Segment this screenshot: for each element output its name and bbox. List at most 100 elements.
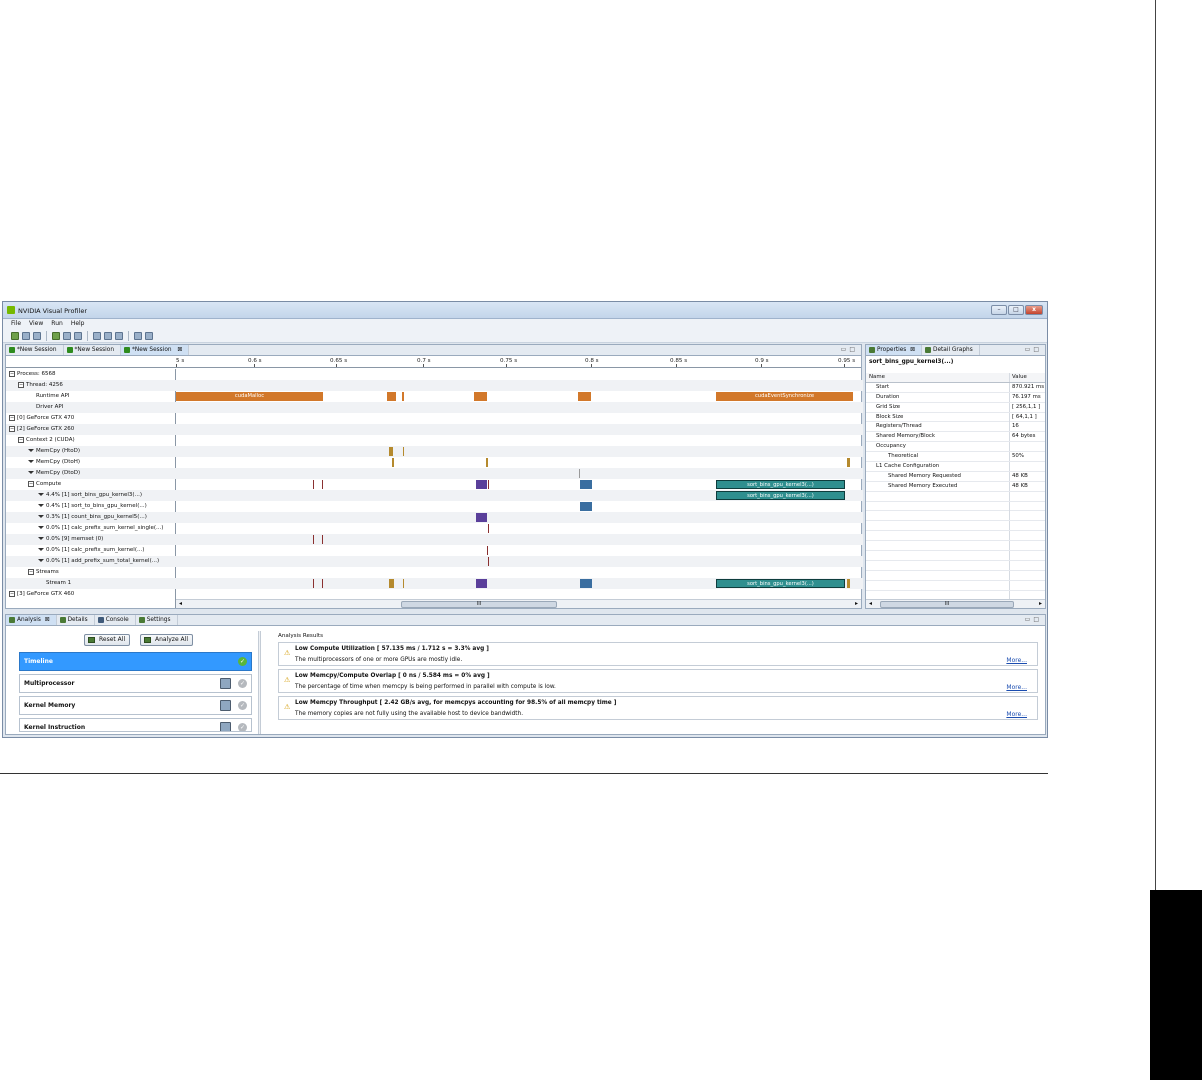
menu-view[interactable]: View [29, 319, 43, 329]
memcpy-bar[interactable] [403, 579, 404, 588]
import-icon[interactable] [63, 331, 71, 340]
kernel-block[interactable] [580, 502, 592, 511]
tree-row[interactable]: 0.4% [1] sort_to_bins_gpu_kernel(...) [6, 501, 176, 512]
tab-detail-graphs[interactable]: Detail Graphs [922, 345, 980, 355]
new-session-icon[interactable] [11, 331, 19, 340]
scroll-right-icon[interactable]: ▸ [855, 600, 858, 607]
property-row[interactable]: Start 870.921 ms [866, 382, 1045, 393]
scroll-right-icon[interactable]: ▸ [1039, 600, 1042, 607]
tree-row[interactable]: − [2] GeForce GTX 260 [6, 424, 176, 435]
kernel-bar[interactable]: sort_bins_gpu_kernel3(...) [716, 579, 845, 588]
panel-minmax-icon[interactable]: ▭□ [841, 346, 858, 353]
kernel-block[interactable] [476, 579, 487, 588]
panel-minmax-icon[interactable]: ▭□ [1025, 616, 1042, 623]
tab-settings[interactable]: Settings [136, 615, 178, 625]
tree-row[interactable]: MemCpy (HtoD) [6, 446, 176, 457]
stage-timeline[interactable]: Timeline ✓ [19, 652, 252, 671]
tab-properties[interactable]: Properties ⊠ [866, 345, 922, 355]
tree-row[interactable]: − [3] GeForce GTX 460 [6, 589, 176, 600]
kernel-tick[interactable] [322, 480, 323, 489]
tab-session-1[interactable]: *New Session [6, 345, 64, 355]
stage-kernel-memory[interactable]: Kernel Memory ✓ [19, 696, 252, 715]
run-analysis-icon[interactable] [220, 722, 231, 731]
kernel-bar[interactable]: sort_bins_gpu_kernel3(...) [716, 491, 845, 500]
api-call-bar[interactable] [474, 392, 487, 401]
tree-row[interactable]: − Streams [6, 567, 176, 578]
timeline-scrollbar[interactable]: ◂ III ▸ [176, 599, 861, 608]
memcpy-bar[interactable] [389, 579, 394, 588]
kernel-tick[interactable] [487, 546, 488, 555]
property-row[interactable]: Theoretical 50% [866, 452, 1045, 463]
property-row[interactable]: L1 Cache Configuration [866, 462, 1045, 472]
kernel-block[interactable] [476, 480, 487, 489]
tab-session-3[interactable]: *New Session ⊠ [121, 345, 190, 355]
tree-row[interactable]: 0.0% [9] memset (0) [6, 534, 176, 545]
property-row[interactable]: Shared Memory/Block 64 bytes [866, 432, 1045, 443]
menu-file[interactable]: File [11, 319, 21, 329]
export-icon[interactable] [74, 331, 82, 340]
tree-row[interactable]: 0.0% [1] add_prefix_sum_total_kernel(...… [6, 556, 176, 567]
tab-session-2[interactable]: *New Session [64, 345, 122, 355]
kernel-tick[interactable] [322, 579, 323, 588]
memcpy-bar[interactable] [389, 447, 393, 456]
api-call-bar[interactable] [578, 392, 591, 401]
run-icon[interactable] [52, 331, 60, 340]
kernel-tick[interactable] [313, 480, 314, 489]
tree-row[interactable]: − Thread: 4256 [6, 380, 176, 391]
collapse-icon[interactable]: − [18, 381, 24, 388]
kernel-tick[interactable] [488, 480, 489, 489]
tree-row[interactable]: 4.4% [1] sort_bins_gpu_kernel3(...) [6, 490, 176, 501]
property-row[interactable]: Block Size [ 64,1,1 ] [866, 412, 1045, 423]
scroll-thumb[interactable]: III [880, 601, 1014, 608]
tree-row[interactable]: 0.3% [1] count_bins_gpu_kernel5(...) [6, 512, 176, 523]
pane-splitter[interactable] [258, 631, 261, 734]
close-button[interactable]: x [1025, 305, 1043, 315]
tree-row[interactable]: Runtime API [6, 391, 176, 402]
property-row[interactable]: Occupancy [866, 442, 1045, 453]
memcpy-bar[interactable] [392, 458, 394, 467]
zoom-out-icon[interactable] [104, 331, 112, 340]
property-row[interactable]: Grid Size [ 256,1,1 ] [866, 402, 1045, 413]
collapse-icon[interactable]: − [9, 590, 15, 597]
collapse-icon[interactable]: − [18, 436, 24, 443]
menu-help[interactable]: Help [71, 319, 85, 329]
save-icon[interactable] [33, 331, 41, 340]
kernel-block[interactable] [476, 513, 487, 522]
minimize-button[interactable]: – [991, 305, 1007, 315]
more-link[interactable]: More... [1006, 657, 1027, 664]
memcpy-bar[interactable] [403, 447, 404, 456]
tree-row[interactable]: − Context 2 (CUDA) [6, 435, 176, 446]
kernel-bar[interactable]: sort_bins_gpu_kernel3(...) [716, 480, 845, 489]
properties-scrollbar[interactable]: ◂ III ▸ [866, 599, 1045, 608]
api-call-bar[interactable]: cudaEventSynchronize [716, 392, 853, 401]
stage-multiprocessor[interactable]: Multiprocessor ✓ [19, 674, 252, 693]
run-analysis-icon[interactable] [220, 700, 231, 711]
tab-details[interactable]: Details [57, 615, 95, 625]
kernel-tick[interactable] [313, 535, 314, 544]
analyze-all-button[interactable]: Analyze All [140, 634, 193, 646]
kernel-tick[interactable] [488, 524, 489, 533]
tab-close-icon[interactable]: ⊠ [177, 345, 182, 355]
kernel-tick[interactable] [322, 535, 323, 544]
scroll-left-icon[interactable]: ◂ [869, 600, 872, 607]
memcpy-bar[interactable] [579, 469, 580, 478]
more-link[interactable]: More... [1006, 684, 1027, 691]
reset-all-button[interactable]: Reset All [84, 634, 131, 646]
tree-row[interactable]: − Process: 6568 [6, 369, 176, 380]
memcpy-bar[interactable] [847, 458, 850, 467]
scroll-thumb[interactable]: III [401, 601, 557, 608]
tab-console[interactable]: Console [95, 615, 136, 625]
api-call-bar[interactable] [387, 392, 396, 401]
collapse-icon[interactable]: − [28, 568, 34, 575]
kernel-block[interactable] [580, 480, 592, 489]
collapse-icon[interactable]: − [9, 414, 15, 421]
property-row[interactable]: Registers/Thread 16 [866, 422, 1045, 433]
tree-row[interactable]: 0.0% [1] calc_prefix_sum_kernel_single(.… [6, 523, 176, 534]
settings-icon[interactable] [145, 331, 153, 340]
tree-row[interactable]: MemCpy (DtoD) [6, 468, 176, 479]
tree-row[interactable]: − Compute [6, 479, 176, 490]
scroll-left-icon[interactable]: ◂ [179, 600, 182, 607]
collapse-icon[interactable]: − [9, 425, 15, 432]
property-row[interactable]: Duration 76.197 ms [866, 392, 1045, 403]
collapse-icon[interactable]: − [28, 480, 34, 487]
